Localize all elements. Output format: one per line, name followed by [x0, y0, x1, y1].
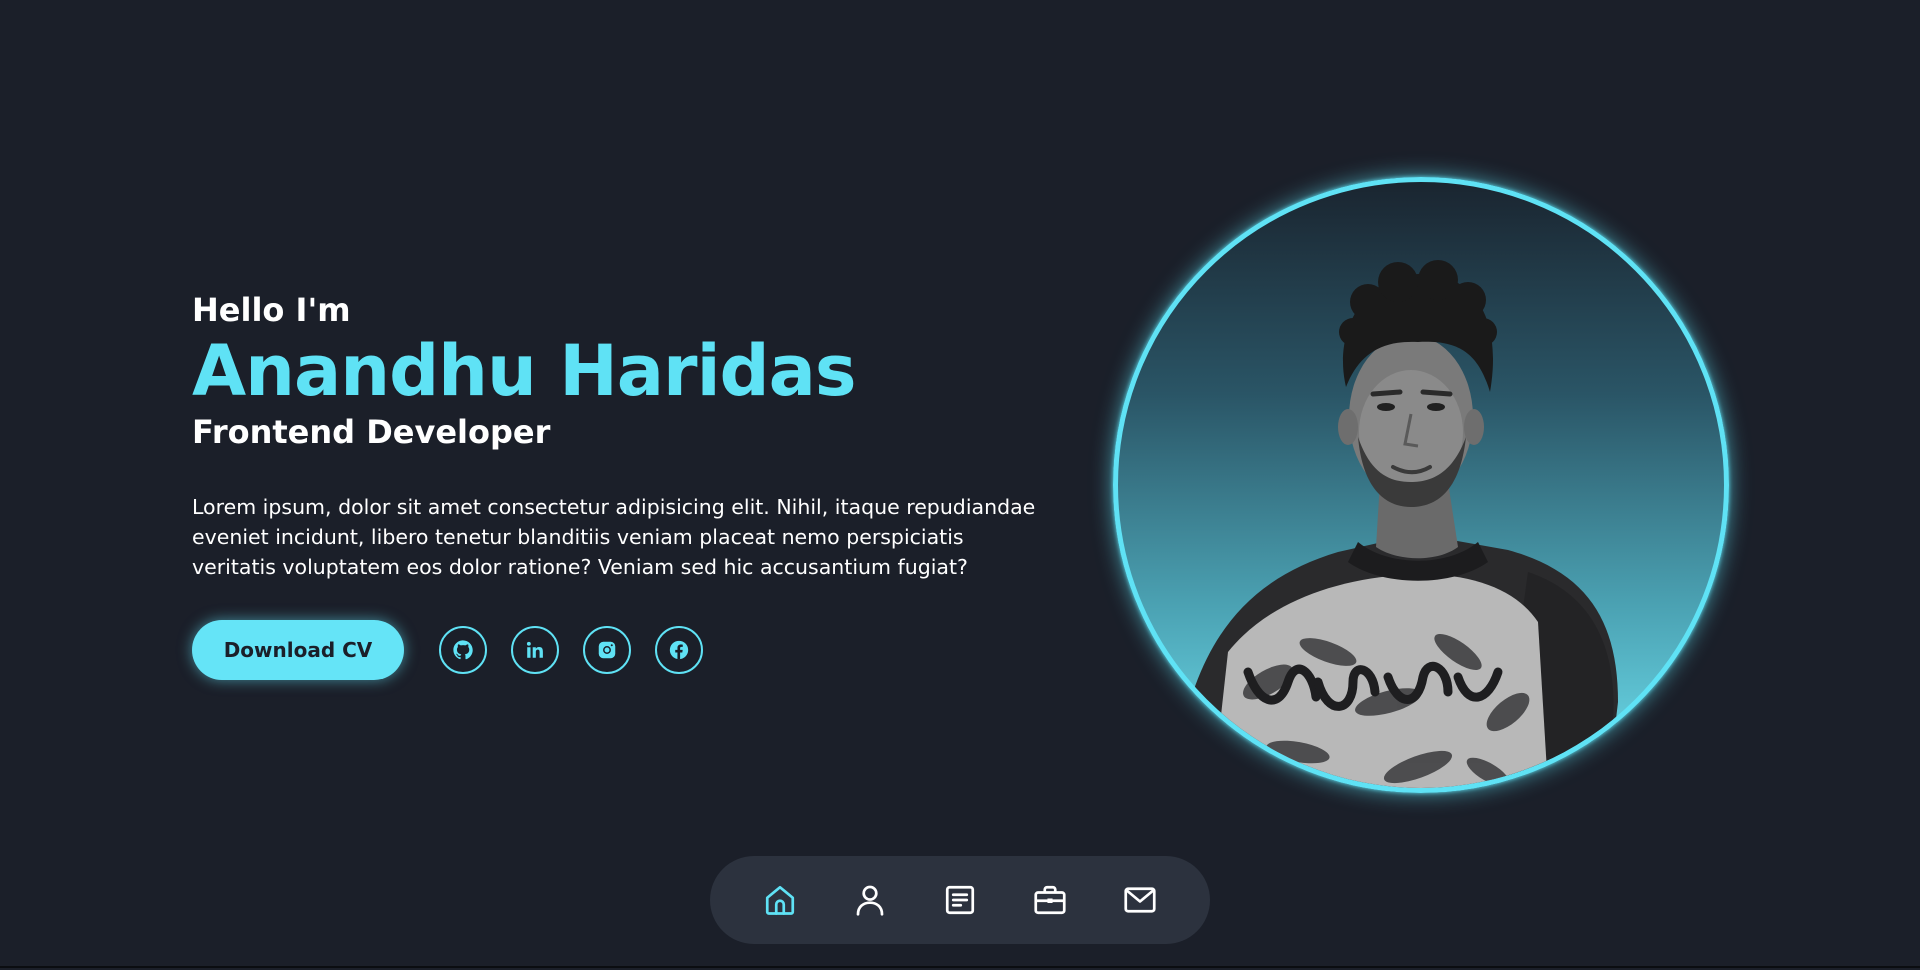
github-link[interactable]: [439, 626, 487, 674]
profile-photo: [1113, 177, 1729, 793]
hero-greeting: Hello I'm: [192, 291, 351, 329]
bottom-navigation: [710, 856, 1210, 944]
hero-actions: Download CV: [192, 620, 1052, 680]
hero-role: Frontend Developer: [192, 413, 551, 451]
document-icon: [945, 885, 975, 915]
nav-contact[interactable]: [1095, 856, 1185, 944]
briefcase-icon: [1034, 885, 1066, 915]
nav-about[interactable]: [825, 856, 915, 944]
instagram-link[interactable]: [583, 626, 631, 674]
nav-portfolio[interactable]: [1005, 856, 1095, 944]
hero-section: Hello I'm Anandhu Haridas Frontend Devel…: [192, 290, 1052, 680]
profile-photo-illustration: [1173, 260, 1618, 788]
nav-home[interactable]: [735, 856, 825, 944]
hero-name: Anandhu Haridas: [192, 330, 857, 412]
instagram-icon: [598, 641, 616, 659]
mail-icon: [1124, 887, 1156, 913]
facebook-icon: [669, 640, 689, 660]
facebook-link[interactable]: [655, 626, 703, 674]
linkedin-icon: [526, 641, 543, 658]
home-icon: [765, 885, 795, 915]
linkedin-link[interactable]: [511, 626, 559, 674]
download-cv-button[interactable]: Download CV: [192, 620, 404, 680]
portfolio-page: Hello I'm Anandhu Haridas Frontend Devel…: [0, 0, 1920, 968]
hero-bio: Lorem ipsum, dolor sit amet consectetur …: [192, 495, 1036, 579]
user-icon: [856, 885, 884, 916]
github-icon: [453, 640, 473, 660]
nav-resume[interactable]: [915, 856, 1005, 944]
social-links: [439, 626, 727, 674]
